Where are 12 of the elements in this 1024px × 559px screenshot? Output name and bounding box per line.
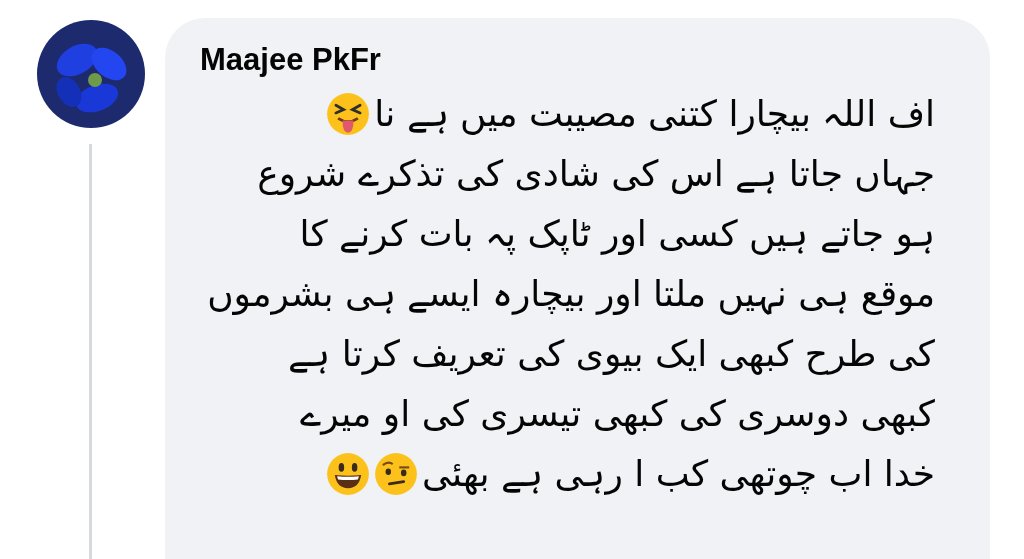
comment-text-line: اف اللہ بیچارا کتنی مصیبت میں ہے نا xyxy=(374,92,935,137)
avatar-photo-placeholder[interactable] xyxy=(37,20,145,128)
raised-eyebrow-face-icon xyxy=(374,452,418,496)
comment-text-line: خدا اب چوتھی کب ا رہی ہے بھئی xyxy=(422,452,935,497)
laughing-tongue-face-icon xyxy=(326,92,371,136)
comment-text-line: موقع ہی نہیں ملتا اور بیچارہ ایسے ہی بشرموں xyxy=(207,272,935,317)
comment-text-line: کی طرح کبھی ایک بیوی کی تعریف کرتا ہے xyxy=(288,332,935,377)
grinning-face-icon xyxy=(326,452,370,496)
author-name[interactable]: Maajee PkFr xyxy=(200,40,381,80)
comment-text-line: جہاں جاتا ہے اس کی شادی کی تذکرے شروع xyxy=(257,152,935,197)
comment-text-line: کبھی دوسری کی کبھی تیسری کی او میرے xyxy=(300,392,935,437)
comment-text-line: ہو جاتے ہیں کسی اور ٹاپک پہ بات کرنے کا xyxy=(299,212,935,257)
